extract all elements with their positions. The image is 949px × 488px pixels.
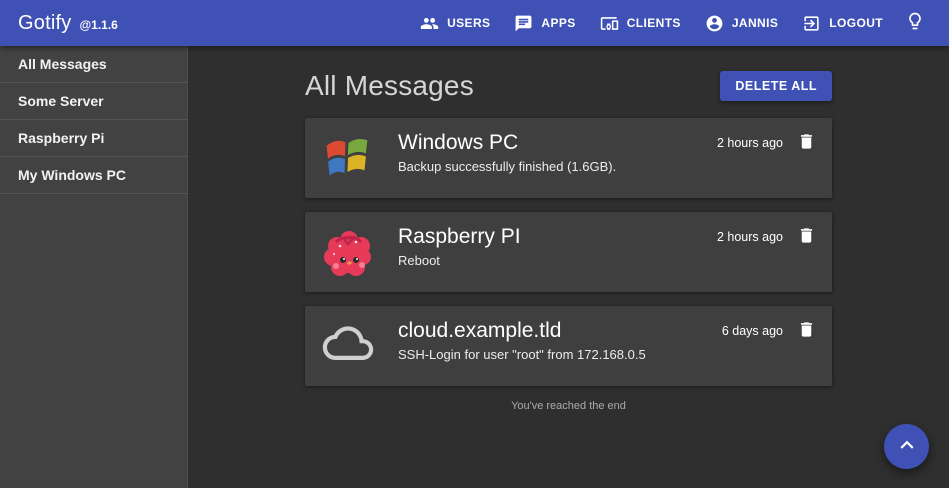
delete-message-button[interactable] (794, 225, 818, 249)
chevron-up-icon (894, 432, 920, 461)
nav-clients-label: CLIENTS (627, 16, 681, 30)
scroll-to-top-button[interactable] (884, 424, 929, 469)
nav-apps[interactable]: APPS (502, 6, 587, 41)
raspberry-logo (320, 224, 376, 280)
message-card-cloud: cloud.example.tld SSH-Login for user "ro… (305, 306, 832, 386)
trash-icon (797, 132, 816, 154)
sidebar-item-label: Raspberry Pi (18, 130, 104, 146)
sidebar-item-label: All Messages (18, 56, 107, 72)
brand-version: @1.1.6 (79, 18, 117, 32)
sidebar-item-label: Some Server (18, 93, 104, 109)
message-text: Raspberry PI Reboot (398, 223, 717, 268)
message-body: SSH-Login for user "root" from 172.168.0… (398, 347, 722, 362)
delete-message-button[interactable] (794, 131, 818, 155)
page-title: All Messages (305, 70, 474, 102)
brand: Gotify @1.1.6 (18, 12, 118, 35)
message-body: Backup successfully finished (1.6GB). (398, 159, 717, 174)
nav-users[interactable]: USERS (408, 6, 502, 41)
brand-name: Gotify (18, 12, 71, 35)
sidebar-item-my-windows-pc[interactable]: My Windows PC (0, 157, 187, 194)
app-bar: Gotify @1.1.6 USERS APPS CLIENTS JANNIS … (0, 0, 949, 46)
top-nav: USERS APPS CLIENTS JANNIS LOGOUT (408, 3, 935, 44)
sidebar-item-some-server[interactable]: Some Server (0, 83, 187, 120)
message-timestamp: 2 hours ago (717, 136, 783, 150)
message-meta: 2 hours ago (717, 131, 818, 155)
sidebar-item-label: My Windows PC (18, 167, 126, 183)
nav-logout-label: LOGOUT (829, 16, 883, 30)
message-title: Raspberry PI (398, 223, 717, 250)
account-circle-icon (705, 14, 724, 33)
sidebar-item-raspberry-pi[interactable]: Raspberry Pi (0, 120, 187, 157)
theme-toggle-button[interactable] (895, 3, 935, 44)
message-timestamp: 2 hours ago (717, 230, 783, 244)
nav-clients[interactable]: CLIENTS (588, 6, 693, 41)
end-of-list-text: You've reached the end (305, 400, 832, 412)
lightbulb-icon (905, 11, 925, 36)
message-title: Windows PC (398, 129, 717, 156)
sidebar-item-all-messages[interactable]: All Messages (0, 46, 187, 83)
message-meta: 6 days ago (722, 319, 818, 343)
users-icon (420, 14, 439, 33)
main-area: All Messages DELETE ALL Windows PC Backu… (188, 46, 949, 488)
delete-message-button[interactable] (794, 319, 818, 343)
message-card-windows-pc: Windows PC Backup successfully finished … (305, 118, 832, 198)
message-card-raspberry-pi: Raspberry PI Reboot 2 hours ago (305, 212, 832, 292)
nav-user-label: JANNIS (732, 16, 778, 30)
chat-icon (514, 14, 533, 33)
delete-all-button[interactable]: DELETE ALL (720, 71, 832, 101)
cloud-icon (320, 318, 376, 374)
nav-logout[interactable]: LOGOUT (790, 6, 895, 41)
message-title: cloud.example.tld (398, 317, 722, 344)
logout-icon (802, 14, 821, 33)
message-meta: 2 hours ago (717, 225, 818, 249)
message-timestamp: 6 days ago (722, 324, 783, 338)
nav-apps-label: APPS (541, 16, 575, 30)
windows-logo (320, 130, 376, 186)
devices-icon (600, 14, 619, 33)
message-body: Reboot (398, 253, 717, 268)
message-text: Windows PC Backup successfully finished … (398, 129, 717, 174)
sidebar: All Messages Some Server Raspberry Pi My… (0, 46, 188, 488)
trash-icon (797, 226, 816, 248)
nav-users-label: USERS (447, 16, 490, 30)
messages-content: All Messages DELETE ALL Windows PC Backu… (305, 70, 832, 412)
nav-user-jannis[interactable]: JANNIS (693, 6, 790, 41)
message-text: cloud.example.tld SSH-Login for user "ro… (398, 317, 722, 362)
content-header: All Messages DELETE ALL (305, 70, 832, 101)
trash-icon (797, 320, 816, 342)
